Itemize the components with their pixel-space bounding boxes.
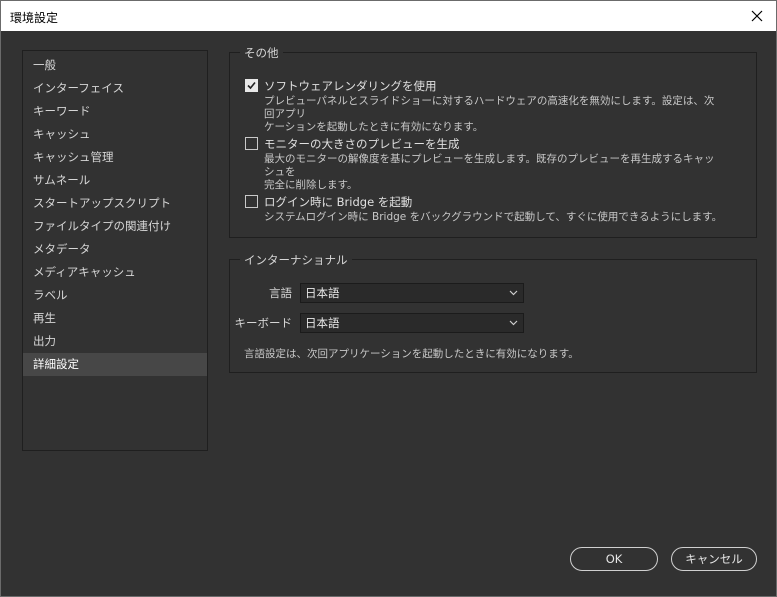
cancel-button[interactable]: キャンセル [671,547,757,571]
sidebar-item-file-type-associations[interactable]: ファイルタイプの関連付け [23,215,207,238]
sidebar-item-output[interactable]: 出力 [23,330,207,353]
keyboard-label: キーボード [234,316,293,330]
category-list-items: 一般 インターフェイス キーワード キャッシュ キャッシュ管理 サムネール スタ… [23,51,207,376]
sidebar-item-metadata[interactable]: メタデータ [23,238,207,261]
sidebar-item-general[interactable]: 一般 [23,54,207,77]
software-rendering-description: プレビューパネルとスライドショーに対するハードウェアの高速化を無効にします。設定… [264,95,724,134]
international-group: インターナショナル 言語 日本語 キーボード 日本語 言語設定は、次回アプリケー… [229,252,757,373]
monitor-preview-checkbox[interactable] [245,137,258,150]
international-group-title: インターナショナル [240,252,352,268]
close-icon [751,10,763,22]
monitor-preview-description-line1: 最大のモニターの解像度を基にプレビューを生成します。既存のプレビューを再生成する… [264,153,715,178]
sidebar-item-cache[interactable]: キャッシュ [23,123,207,146]
software-rendering-description-line2: ケーションを起動したときに有効になります。 [264,121,484,133]
misc-group: その他 ソフトウェアレンダリングを使用 プレビューパネルとスライドショーに対する… [229,45,757,238]
preferences-dialog: 環境設定 一般 インターフェイス キーワード キャッシュ キャッシュ管理 サムネ… [0,0,777,597]
sidebar-item-thumbnails[interactable]: サムネール [23,169,207,192]
bridge-login-checkbox[interactable] [245,195,258,208]
sidebar-item-labels[interactable]: ラベル [23,284,207,307]
sidebar-item-keywords[interactable]: キーワード [23,100,207,123]
software-rendering-checkbox[interactable] [245,79,258,92]
language-select[interactable]: 日本語 [300,283,524,303]
software-rendering-description-line1: プレビューパネルとスライドショーに対するハードウェアの高速化を無効にします。設定… [264,95,715,120]
language-label: 言語 [269,286,292,300]
sidebar-item-playback[interactable]: 再生 [23,307,207,330]
sidebar-item-cache-management[interactable]: キャッシュ管理 [23,146,207,169]
monitor-preview-description-line2: 完全に削除します。 [264,179,358,191]
language-restart-note: 言語設定は、次回アプリケーションを起動したときに有効になります。 [244,348,579,360]
chevron-down-icon [509,290,518,296]
bridge-login-description: システムログイン時に Bridge をバックグラウンドで起動して、すぐに使用でき… [264,211,724,224]
software-rendering-label[interactable]: ソフトウェアレンダリングを使用 [264,78,437,94]
sidebar-item-advanced[interactable]: 詳細設定 [23,353,207,376]
close-button[interactable] [738,1,776,31]
window-title: 環境設定 [10,11,59,25]
sidebar-item-media-cache[interactable]: メディアキャッシュ [23,261,207,284]
title-bar: 環境設定 [1,1,776,31]
keyboard-select[interactable]: 日本語 [300,313,524,333]
keyboard-select-value: 日本語 [305,316,340,330]
checkmark-icon [247,81,256,90]
chevron-down-icon [509,320,518,326]
monitor-preview-label[interactable]: モニターの大きさのプレビューを生成 [264,136,460,152]
language-select-value: 日本語 [305,286,340,300]
ok-button[interactable]: OK [570,547,658,571]
category-list: 一般 インターフェイス キーワード キャッシュ キャッシュ管理 サムネール スタ… [22,50,208,451]
bridge-login-label[interactable]: ログイン時に Bridge を起動 [264,194,412,210]
bridge-login-description-line1: システムログイン時に Bridge をバックグラウンドで起動して、すぐに使用でき… [264,211,723,223]
misc-group-title: その他 [240,45,283,61]
sidebar-item-startup-scripts[interactable]: スタートアップスクリプト [23,192,207,215]
monitor-preview-description: 最大のモニターの解像度を基にプレビューを生成します。既存のプレビューを再生成する… [264,153,724,192]
sidebar-item-interface[interactable]: インターフェイス [23,77,207,100]
